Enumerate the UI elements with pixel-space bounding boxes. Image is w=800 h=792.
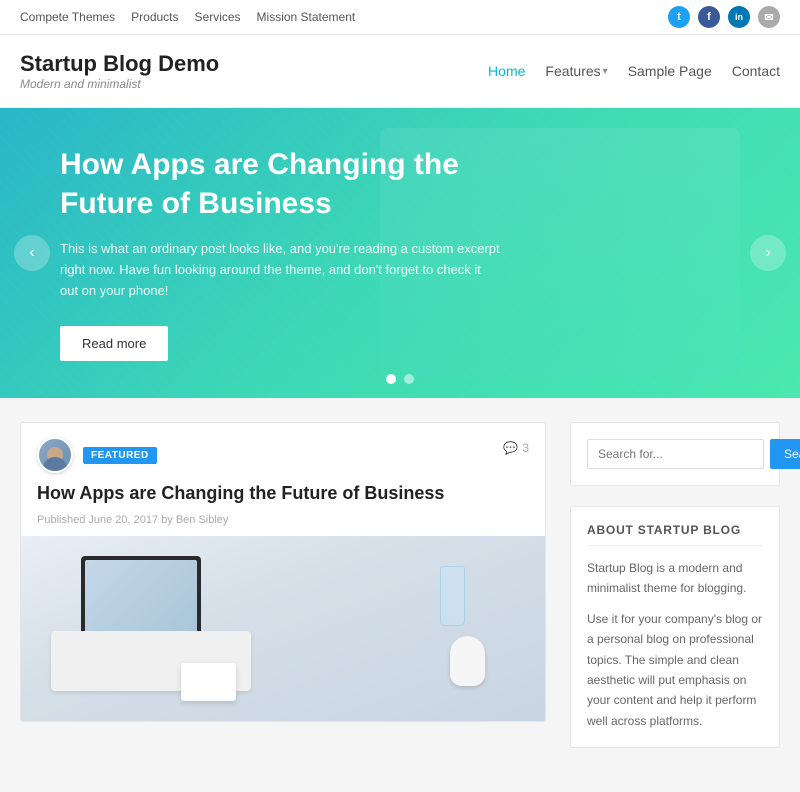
slider-dot-2[interactable] — [404, 374, 414, 384]
top-bar-nav: Compete Themes Products Services Mission… — [20, 10, 355, 24]
slider-prev-button[interactable]: ‹ — [14, 235, 50, 271]
topbar-services[interactable]: Services — [195, 10, 241, 24]
nav-contact[interactable]: Contact — [732, 63, 780, 79]
slider-next-button[interactable]: › — [750, 235, 786, 271]
mouse-decoration — [450, 636, 485, 686]
featured-badge: FEATURED — [83, 447, 157, 464]
comment-icon: 💬 — [503, 441, 518, 455]
post-meta-top: FEATURED — [37, 437, 503, 473]
about-text-1: Startup Blog is a modern and minimalist … — [587, 558, 763, 599]
main-nav: Home Features ▾ Sample Page Contact — [488, 63, 780, 79]
nav-features[interactable]: Features ▾ — [545, 63, 607, 79]
main-container: FEATURED How Apps are Changing the Futur… — [0, 398, 800, 792]
content-area: FEATURED How Apps are Changing the Futur… — [20, 422, 546, 768]
email-icon[interactable]: ✉ — [758, 6, 780, 28]
topbar-products[interactable]: Products — [131, 10, 178, 24]
facebook-icon[interactable]: f — [698, 6, 720, 28]
topbar-compete-themes[interactable]: Compete Themes — [20, 10, 115, 24]
nav-home[interactable]: Home — [488, 63, 525, 79]
slider-dot-1[interactable] — [386, 374, 396, 384]
post-title[interactable]: How Apps are Changing the Future of Busi… — [37, 481, 503, 506]
about-text: Startup Blog is a modern and minimalist … — [587, 558, 763, 731]
glass-decoration — [440, 566, 465, 626]
phone-decoration — [181, 663, 236, 701]
read-more-button[interactable]: Read more — [60, 326, 168, 361]
hero-content: How Apps are Changing the Future of Busi… — [0, 108, 560, 398]
about-title: ABOUT STARTUP BLOG — [587, 523, 763, 546]
search-button[interactable]: Search — [770, 439, 800, 469]
about-widget: ABOUT STARTUP BLOG Startup Blog is a mod… — [570, 506, 780, 748]
site-branding: Startup Blog Demo Modern and minimalist — [20, 51, 219, 91]
linkedin-icon[interactable]: in — [728, 6, 750, 28]
features-chevron-icon: ▾ — [603, 66, 608, 77]
sidebar: Search ABOUT STARTUP BLOG Startup Blog i… — [570, 422, 780, 768]
comment-number: 3 — [522, 441, 529, 455]
post-card-header: FEATURED How Apps are Changing the Futur… — [21, 423, 545, 514]
topbar-mission-statement[interactable]: Mission Statement — [257, 10, 356, 24]
about-text-2: Use it for your company's blog or a pers… — [587, 609, 763, 731]
comment-count: 💬 3 — [503, 441, 529, 455]
hero-slider: How Apps are Changing the Future of Busi… — [0, 108, 800, 398]
avatar-body — [43, 457, 67, 471]
site-title: Startup Blog Demo — [20, 51, 219, 77]
social-icons: t f in ✉ — [668, 6, 780, 28]
post-card: FEATURED How Apps are Changing the Futur… — [20, 422, 546, 722]
post-published: Published June 20, 2017 by Ben Sibley — [21, 514, 545, 536]
avatar — [37, 437, 73, 473]
search-row: Search — [587, 439, 763, 469]
nav-sample-page[interactable]: Sample Page — [628, 63, 712, 79]
site-header: Startup Blog Demo Modern and minimalist … — [0, 35, 800, 108]
twitter-icon[interactable]: t — [668, 6, 690, 28]
slider-dots — [386, 374, 414, 384]
site-tagline: Modern and minimalist — [20, 77, 219, 91]
top-bar: Compete Themes Products Services Mission… — [0, 0, 800, 35]
search-widget: Search — [570, 422, 780, 486]
search-input[interactable] — [587, 439, 764, 469]
hero-excerpt: This is what an ordinary post looks like… — [60, 239, 500, 301]
hero-title: How Apps are Changing the Future of Busi… — [60, 145, 500, 223]
post-header-left: FEATURED How Apps are Changing the Futur… — [37, 437, 503, 506]
post-image — [21, 536, 545, 721]
